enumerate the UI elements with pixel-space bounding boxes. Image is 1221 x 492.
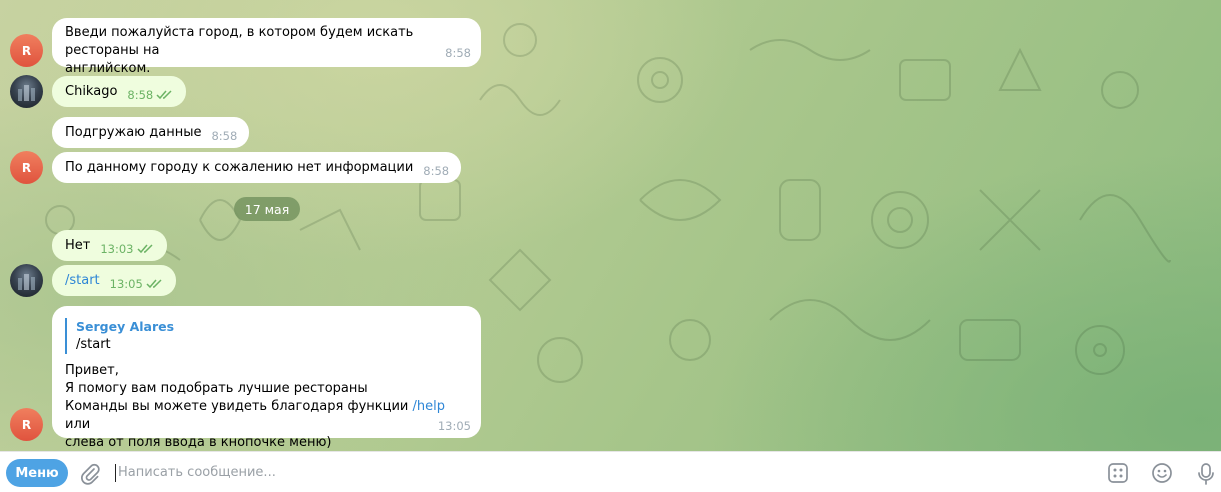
message-bubble[interactable]: Chikago 8:58	[52, 76, 187, 107]
message-time: 8:58	[211, 129, 238, 143]
doodle-pattern-icon	[637, 39, 1171, 375]
message-bubble[interactable]: Sergey Alares /start Привет, Я помогу ва…	[52, 306, 481, 450]
command-link[interactable]: /start	[65, 273, 100, 288]
message-text: Привет,	[65, 363, 119, 378]
message-text: слева от поля ввода в кнопочке меню)	[65, 435, 332, 450]
message-text: По данному городу к сожалению нет информ…	[65, 160, 414, 175]
avatar-initial: R	[21, 417, 32, 432]
composer-bar: Меню	[0, 451, 1221, 492]
reply-author: Sergey Alares	[76, 319, 175, 334]
user-photo-icon	[18, 274, 35, 290]
microphone-icon[interactable]	[1196, 462, 1216, 486]
message-text: английском.	[65, 61, 151, 76]
user-avatar[interactable]	[10, 264, 43, 297]
reply-quote[interactable]: Sergey Alares /start	[65, 318, 469, 354]
message-bubble[interactable]: Подгружаю данные 8:58	[52, 117, 250, 148]
text-cursor	[115, 464, 116, 482]
reply-text: /start	[76, 337, 111, 352]
message-bubble[interactable]: /start 13:05	[52, 265, 176, 296]
double-check-icon	[146, 278, 162, 288]
message-time: 8:58	[423, 164, 450, 178]
message-text: Команды вы можете увидеть благодаря функ…	[65, 399, 413, 414]
message-time: 8:58	[445, 46, 471, 60]
message-text: Нет	[65, 238, 91, 253]
avatar-initial: R	[21, 160, 32, 175]
paperclip-icon[interactable]	[80, 463, 100, 485]
message-time: 13:03	[100, 242, 134, 256]
user-avatar[interactable]	[10, 75, 43, 108]
message-bubble[interactable]: Нет 13:03	[52, 230, 167, 261]
message-text: Chikago	[65, 84, 118, 99]
message-text: Я помогу вам подобрать лучшие рестораны	[65, 381, 368, 396]
message-text: или	[65, 417, 91, 432]
date-separator: 17 мая	[234, 197, 300, 221]
bot-avatar[interactable]: R	[10, 408, 43, 441]
message-text: Подгружаю данные	[65, 125, 202, 140]
message-text-line: Команды вы можете увидеть благодаря функ…	[65, 398, 469, 434]
double-check-icon	[156, 89, 172, 99]
avatar-initial: R	[21, 43, 32, 58]
message-text: Введи пожалуйста город, в котором будем …	[65, 25, 414, 58]
user-photo-icon	[18, 85, 35, 101]
command-link[interactable]: /help	[413, 399, 445, 414]
message-time: 13:05	[109, 277, 143, 291]
emoji-icon[interactable]	[1151, 462, 1173, 484]
message-bubble[interactable]: По данному городу к сожалению нет информ…	[52, 152, 462, 183]
message-time: 8:58	[127, 88, 154, 102]
chat-background: R Введи пожалуйста город, в котором буде…	[0, 0, 1221, 451]
double-check-icon	[136, 243, 153, 253]
message-input[interactable]	[118, 460, 1078, 484]
message-time: 13:05	[437, 419, 471, 433]
bot-commands-icon[interactable]	[1107, 462, 1129, 484]
message-bubble[interactable]: Введи пожалуйста город, в котором будем …	[52, 18, 481, 76]
bot-avatar[interactable]: R	[10, 34, 43, 67]
menu-button[interactable]: Меню	[6, 459, 68, 487]
bot-avatar[interactable]: R	[10, 151, 43, 184]
